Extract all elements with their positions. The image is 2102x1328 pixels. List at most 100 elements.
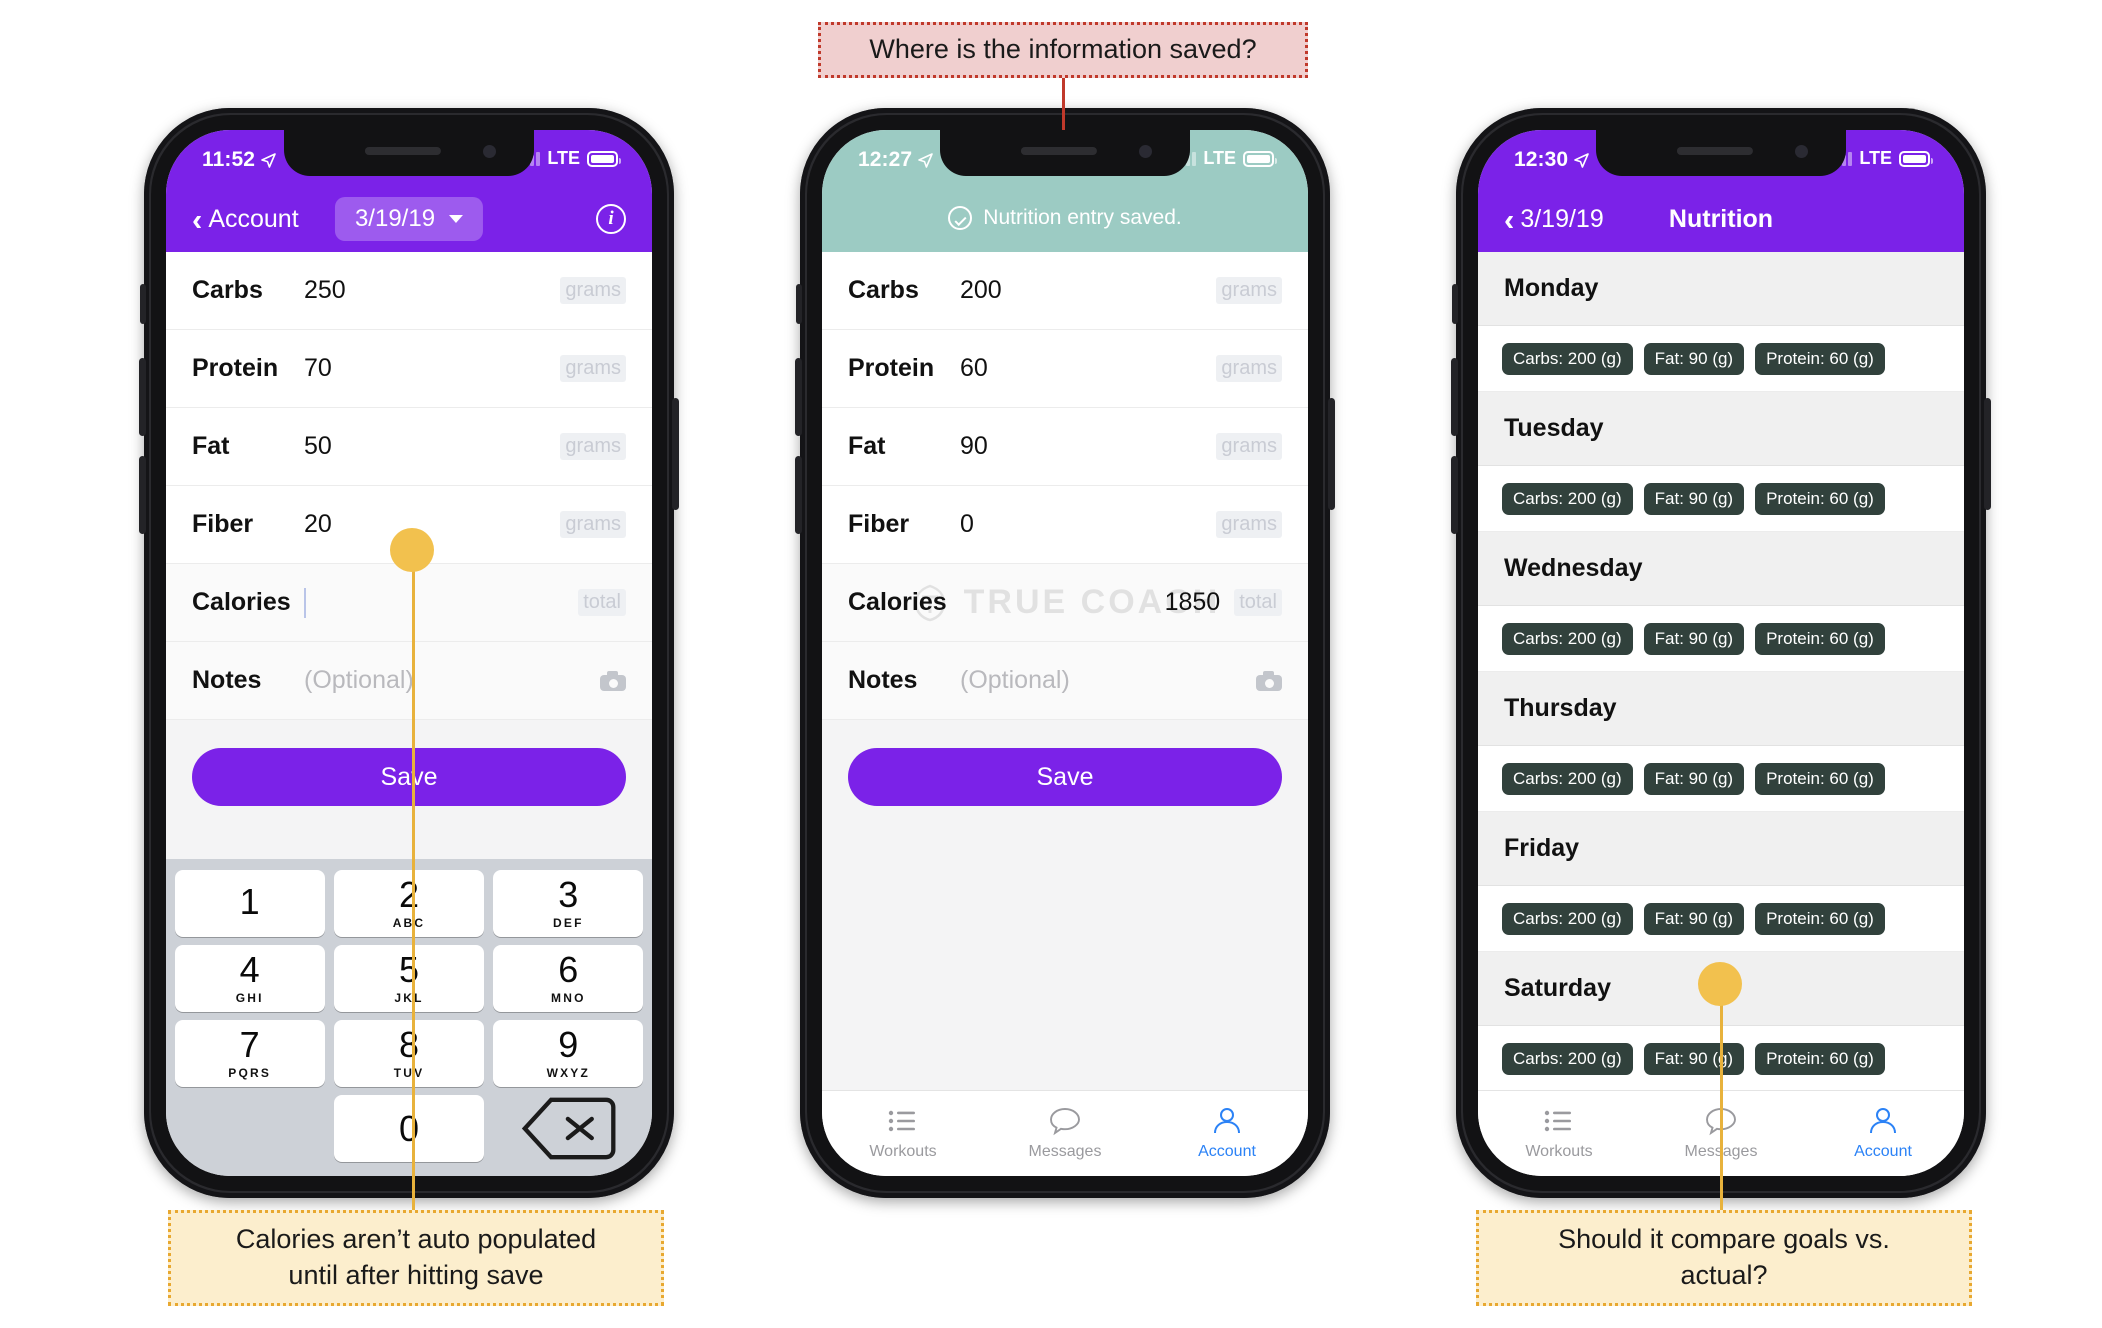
tab-messages[interactable]: Messages [984,1091,1146,1176]
phone-1-save-area: Save [166,720,652,840]
day-macros-friday[interactable]: Carbs: 200 (g) Fat: 90 (g) Protein: 60 (… [1478,886,1964,952]
form-row-carbs[interactable]: Carbs 250 grams [166,252,652,330]
phone-1-navbar: ‹ Account 3/19/19 i [166,186,652,252]
numeric-keypad: 1 2 ABC 3 DEF 4 GHI 5 JKL 6 MNO 7 PQRS 8 TUV 9W… [166,859,652,1176]
form-row-calories[interactable]: Calories total [166,564,652,642]
info-circle-icon[interactable]: i [596,204,626,234]
volume-down-button[interactable] [795,456,802,534]
fat-input[interactable]: 90 [960,432,1216,461]
backspace-icon[interactable] [493,1095,643,1162]
back-label: 3/19/19 [1520,204,1604,233]
hotspot-marker-sunday [1698,962,1742,1006]
row-label: Fiber [848,510,910,538]
key-6[interactable]: 6 MNO [493,945,644,1012]
phone-2-saved-state: 12:27 LTE Nutrition entry saved. Carbs 2… [795,108,1335,1198]
volume-up-button[interactable] [1451,358,1458,436]
protein-input[interactable]: 70 [304,354,560,383]
key-9[interactable]: 9 WXYZ [493,1020,644,1087]
camera-icon[interactable] [600,670,626,691]
mute-switch[interactable] [1452,284,1458,324]
chevron-down-icon [449,215,464,223]
protein-input[interactable]: 60 [960,354,1216,383]
key-1[interactable]: 1 [174,870,325,937]
volume-down-button[interactable] [1451,456,1458,534]
form-row-fat[interactable]: Fat 50 grams [166,408,652,486]
row-label: Carbs [848,276,919,304]
annotation-line-1: Calories aren’t auto populated [235,1224,597,1255]
phone-3-header: 12:30 LTE ‹ 3/19/19 Nutrition [1478,130,1964,252]
earpiece-speaker [1020,147,1097,155]
day-header-monday: Monday [1478,252,1964,326]
row-label: Fat [192,432,230,460]
form-row-carbs[interactable]: Carbs 200 grams [822,252,1308,330]
fiber-input[interactable]: 0 [960,510,1216,539]
toast-message: Nutrition entry saved. [822,206,1308,230]
power-button[interactable] [1328,398,1335,510]
carbs-input[interactable]: 250 [304,276,560,305]
key-blank [175,1095,325,1162]
form-row-notes[interactable]: Notes (Optional) [166,642,652,720]
back-label: Account [208,204,299,233]
power-button[interactable] [1984,398,1991,510]
form-row-fat[interactable]: Fat 90 grams [822,408,1308,486]
day-macros-wednesday[interactable]: Carbs: 200 (g) Fat: 90 (g) Protein: 60 (… [1478,606,1964,672]
chip-carbs: Carbs: 200 (g) [1502,482,1633,515]
form-row-protein[interactable]: Protein 60 grams [822,330,1308,408]
leader-line-bottom-left [412,545,415,1211]
fat-input[interactable]: 50 [304,432,560,461]
day-macros-monday[interactable]: Carbs: 200 (g) Fat: 90 (g) Protein: 60 (… [1478,326,1964,392]
day-macros-thursday[interactable]: Carbs: 200 (g) Fat: 90 (g) Protein: 60 (… [1478,746,1964,812]
day-macros-tuesday[interactable]: Carbs: 200 (g) Fat: 90 (g) Protein: 60 (… [1478,466,1964,532]
chip-protein: Protein: 60 (g) [1755,482,1885,515]
form-row-fiber[interactable]: Fiber 0 grams [822,486,1308,564]
key-3[interactable]: 3 DEF [493,870,644,937]
annotation-line-2: actual? [1680,1260,1768,1290]
keypad-row: 0 [170,1091,648,1166]
location-arrow-icon [1574,152,1590,168]
form-row-notes[interactable]: Notes (Optional) [822,642,1308,720]
key-letters: WXYZ [546,1066,591,1080]
back-button[interactable]: ‹ Account [192,204,299,235]
volume-up-button[interactable] [795,358,802,436]
form-row-calories[interactable]: TRUE COACH Calories 1850 total [822,564,1308,642]
notes-input[interactable]: (Optional) [960,666,1256,695]
back-button[interactable]: ‹ 3/19/19 [1504,204,1604,235]
key-0[interactable]: 0 [333,1095,485,1162]
date-picker-button[interactable]: 3/19/19 [334,197,484,241]
key-4[interactable]: 4 GHI [174,945,325,1012]
chip-protein: Protein: 60 (g) [1755,342,1885,375]
fiber-input[interactable]: 20 [304,510,560,539]
unit-label: grams [560,277,626,304]
hotspot-marker-calories [390,528,434,572]
save-button[interactable]: Save [192,748,626,806]
carbs-input[interactable]: 200 [960,276,1216,305]
battery-icon [1243,150,1277,167]
phone-2-save-area: Save [822,720,1308,840]
volume-down-button[interactable] [139,456,146,534]
notch [940,130,1190,176]
chevron-left-icon: ‹ [1504,201,1515,237]
key-2[interactable]: 2 ABC [333,870,485,937]
mute-switch[interactable] [796,284,802,324]
list-icon [888,1110,915,1132]
key-5[interactable]: 5 JKL [333,945,485,1012]
person-icon [1870,1108,1896,1134]
notes-input[interactable]: (Optional) [304,666,600,695]
save-button[interactable]: Save [848,748,1282,806]
volume-up-button[interactable] [139,358,146,436]
mute-switch[interactable] [140,284,146,324]
power-button[interactable] [672,398,679,510]
key-letters: PQRS [228,1066,272,1080]
key-letters: ABC [392,916,426,930]
camera-icon[interactable] [1256,670,1282,691]
calories-input[interactable] [304,587,578,618]
key-8[interactable]: 8 TUV [333,1020,485,1087]
calories-input[interactable]: 1850 [960,588,1234,617]
phone-3-navbar: ‹ 3/19/19 Nutrition [1478,186,1964,252]
chevron-left-icon: ‹ [192,201,203,237]
chip-protein: Protein: 60 (g) [1755,902,1885,935]
unit-label: grams [560,433,626,460]
leader-line-bottom-right [1720,1000,1723,1212]
form-row-protein[interactable]: Protein 70 grams [166,330,652,408]
key-7[interactable]: 7 PQRS [174,1020,325,1087]
